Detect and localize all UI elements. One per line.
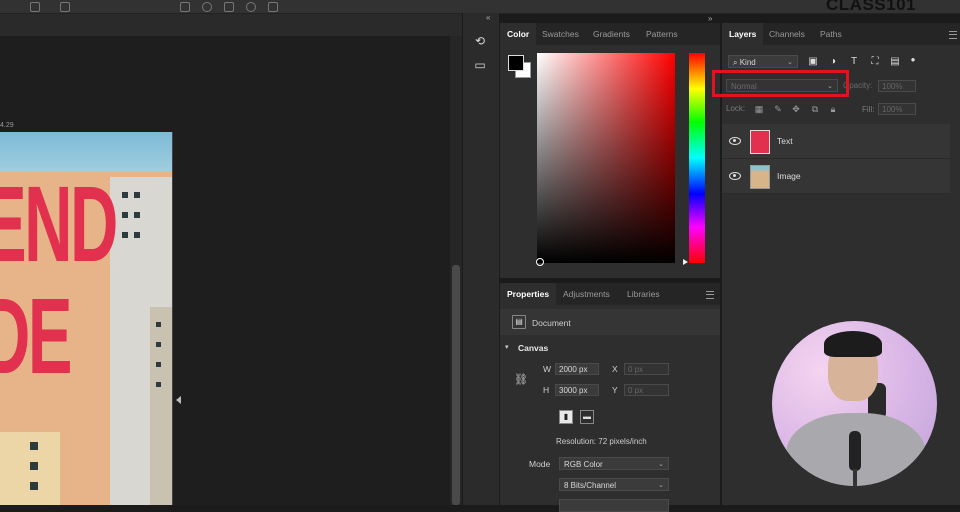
building bbox=[150, 307, 172, 505]
layer-row-text[interactable]: Text bbox=[722, 124, 950, 159]
lock-all-icon[interactable]: 🔒︎ bbox=[828, 104, 838, 114]
presenter-webcam bbox=[772, 321, 937, 486]
collapse-panels-icon[interactable]: « bbox=[486, 13, 490, 22]
color-picker-field[interactable] bbox=[537, 53, 675, 263]
filter-shape-icon[interactable]: ⛶ bbox=[870, 57, 880, 67]
height-field[interactable]: 3000 px bbox=[555, 384, 599, 396]
document-label: Document bbox=[532, 318, 571, 328]
option-icon[interactable] bbox=[246, 2, 256, 12]
layer-thumbnail bbox=[750, 130, 770, 154]
history-icon[interactable]: ⟲ bbox=[470, 32, 490, 50]
layer-row-image[interactable]: Image bbox=[722, 159, 950, 194]
layer-thumbnail bbox=[750, 165, 770, 189]
filter-type-icon[interactable]: T bbox=[849, 57, 859, 67]
panel-tool-column: « bbox=[462, 13, 499, 505]
comments-icon[interactable]: ▭ bbox=[470, 56, 490, 74]
filter-smart-object-icon[interactable]: ▤ bbox=[890, 57, 900, 67]
option-icon[interactable] bbox=[60, 2, 70, 12]
filter-toggle-icon[interactable]: ● bbox=[908, 55, 918, 65]
color-picker-marker[interactable] bbox=[536, 258, 544, 266]
poster-text: END DE bbox=[0, 163, 118, 396]
tab-patterns[interactable]: Patterns bbox=[646, 23, 678, 45]
color-panel: Color Swatches Gradients Patterns » bbox=[500, 14, 720, 278]
fill-label: Fill: bbox=[862, 105, 875, 114]
tab-paths[interactable]: Paths bbox=[820, 23, 842, 45]
bit-depth-value: 8 Bits/Channel bbox=[564, 481, 617, 490]
background-dropdown[interactable] bbox=[559, 499, 669, 512]
search-icon: ⌕ bbox=[733, 58, 740, 67]
option-icon[interactable] bbox=[30, 2, 40, 12]
lock-move-icon[interactable]: ✥ bbox=[791, 104, 801, 114]
eye-icon[interactable] bbox=[729, 172, 741, 180]
tab-color[interactable]: Color bbox=[500, 23, 537, 45]
properties-panel-tabs: Properties Adjustments Libraries bbox=[500, 283, 720, 305]
mode-label: Mode bbox=[529, 459, 551, 469]
resolution-text: Resolution: 72 pixels/inch bbox=[556, 437, 647, 446]
filter-adjustment-icon[interactable]: ◑ bbox=[828, 57, 838, 67]
hue-slider[interactable] bbox=[689, 53, 705, 263]
panel-menu-icon[interactable] bbox=[706, 291, 714, 299]
opacity-field[interactable]: 100% bbox=[878, 80, 916, 92]
eye-icon[interactable] bbox=[729, 137, 741, 145]
lock-label: Lock: bbox=[726, 104, 746, 113]
brand-logo: CLASS101 bbox=[826, 0, 916, 14]
panel-menu-icon[interactable] bbox=[949, 31, 957, 39]
chevron-down-icon: ⌄ bbox=[658, 461, 664, 468]
height-label: H bbox=[543, 385, 550, 395]
layers-panel-tabs: Layers Channels Paths bbox=[722, 23, 960, 45]
tab-layers[interactable]: Layers bbox=[722, 23, 764, 45]
foreground-color-swatch[interactable] bbox=[508, 55, 524, 71]
width-field[interactable]: 2000 px bbox=[555, 363, 599, 375]
tab-libraries[interactable]: Libraries bbox=[627, 283, 660, 305]
lock-transparent-icon[interactable]: ▦ bbox=[754, 104, 764, 114]
tab-adjustments[interactable]: Adjustments bbox=[563, 283, 610, 305]
collapse-panel-icon[interactable]: » bbox=[708, 14, 712, 23]
portrait-orientation-icon[interactable]: ▮ bbox=[559, 410, 573, 424]
mic-stand bbox=[853, 469, 857, 486]
presenter-hair bbox=[824, 331, 882, 357]
link-icon[interactable]: ⛓ bbox=[514, 373, 528, 386]
artboard-image[interactable]: END DE bbox=[0, 132, 173, 505]
tab-swatches[interactable]: Swatches bbox=[542, 23, 579, 45]
mode-dropdown[interactable]: RGB Color ⌄ bbox=[559, 457, 669, 470]
layer-name: Text bbox=[777, 136, 793, 146]
document-icon: ▤ bbox=[512, 315, 526, 329]
option-icon[interactable] bbox=[224, 2, 234, 12]
bit-depth-dropdown[interactable]: 8 Bits/Channel ⌄ bbox=[559, 478, 669, 491]
properties-panel: Properties Adjustments Libraries ▤ Docum… bbox=[500, 283, 720, 512]
mode-value: RGB Color bbox=[564, 460, 603, 469]
chevron-down-icon: ⌄ bbox=[658, 482, 664, 489]
tab-properties[interactable]: Properties bbox=[500, 283, 557, 305]
color-panel-tabs: Color Swatches Gradients Patterns » bbox=[500, 14, 720, 45]
option-icon[interactable] bbox=[180, 2, 190, 12]
y-field[interactable]: 0 px bbox=[624, 384, 669, 396]
width-label: W bbox=[543, 364, 552, 374]
hue-slider-handle[interactable] bbox=[683, 259, 688, 265]
scrollbar-thumb[interactable] bbox=[452, 265, 460, 505]
filter-kind-value: Kind bbox=[739, 58, 756, 67]
highlight-annotation bbox=[712, 70, 849, 97]
tab-gradients[interactable]: Gradients bbox=[593, 23, 630, 45]
chevron-down-icon[interactable]: ▾ bbox=[505, 343, 509, 351]
option-icon[interactable] bbox=[268, 2, 278, 12]
canvas-section-title[interactable]: Canvas bbox=[518, 343, 548, 353]
options-bar bbox=[0, 0, 960, 14]
fill-field[interactable]: 100% bbox=[878, 103, 916, 115]
option-icon[interactable] bbox=[202, 2, 212, 12]
lock-artboard-icon[interactable]: ⧉ bbox=[810, 104, 820, 114]
microphone bbox=[849, 431, 861, 471]
layer-name: Image bbox=[777, 171, 801, 181]
chevron-down-icon: ⌄ bbox=[787, 59, 793, 66]
document-tab-strip bbox=[0, 14, 462, 36]
artboard-label: 4.29 bbox=[0, 122, 14, 129]
landscape-orientation-icon[interactable]: ▬ bbox=[580, 410, 594, 424]
x-label: X bbox=[612, 364, 618, 374]
layer-filter-dropdown[interactable]: ⌕ Kind ⌄ bbox=[728, 55, 798, 68]
y-label: Y bbox=[612, 385, 618, 395]
x-field[interactable]: 0 px bbox=[624, 363, 669, 375]
lock-brush-icon[interactable]: ✎ bbox=[773, 104, 783, 114]
tab-channels[interactable]: Channels bbox=[769, 23, 805, 45]
filter-pixel-icon[interactable]: ▣ bbox=[808, 57, 818, 67]
collapse-arrow-icon[interactable] bbox=[176, 396, 181, 404]
